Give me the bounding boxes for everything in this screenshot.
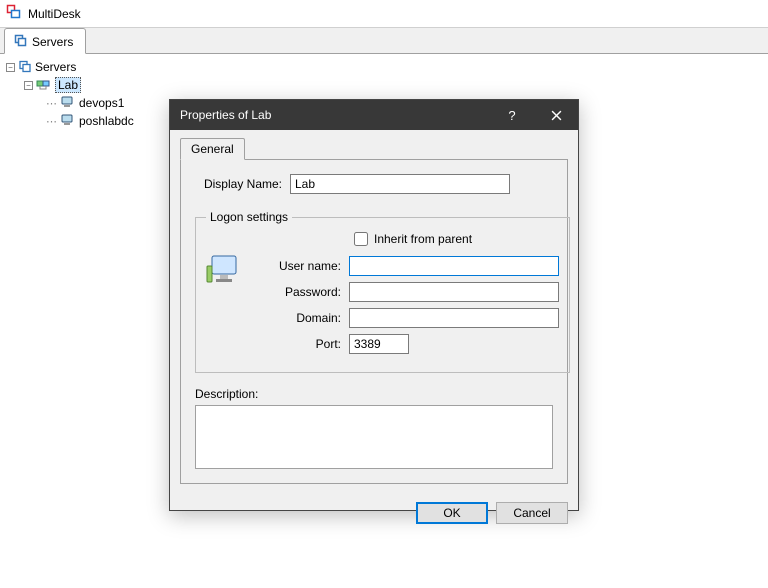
logon-legend: Logon settings bbox=[206, 210, 292, 224]
port-input[interactable] bbox=[349, 334, 409, 354]
computer-auth-icon bbox=[206, 232, 246, 360]
logon-settings-group: Logon settings Inherit from pa bbox=[195, 210, 570, 373]
description-label: Description: bbox=[195, 387, 553, 401]
inherit-label: Inherit from parent bbox=[374, 232, 472, 246]
tab-servers[interactable]: Servers bbox=[4, 28, 86, 54]
close-button[interactable] bbox=[534, 100, 578, 130]
server-tree[interactable]: − Servers − Lab ⋯ devops1 ⋯ poshlabd bbox=[0, 54, 180, 588]
tab-general-label: General bbox=[191, 142, 234, 156]
general-pane: Display Name: Logon settings bbox=[180, 159, 568, 484]
tree-group-label[interactable]: Lab bbox=[55, 77, 81, 93]
group-icon bbox=[36, 77, 52, 94]
tree-node-devops1[interactable]: devops1 bbox=[79, 96, 124, 110]
inherit-checkbox[interactable] bbox=[354, 232, 368, 246]
ok-button[interactable]: OK bbox=[416, 502, 488, 524]
app-icon bbox=[6, 4, 22, 23]
root-expander[interactable]: − bbox=[6, 63, 15, 72]
computer-icon bbox=[60, 95, 76, 112]
tree-branch-icon: ⋯ bbox=[46, 115, 57, 128]
tree-branch-icon: ⋯ bbox=[46, 97, 57, 110]
username-label: User name: bbox=[254, 259, 349, 273]
port-label: Port: bbox=[254, 337, 349, 351]
username-input[interactable] bbox=[349, 256, 559, 276]
computer-icon bbox=[60, 113, 76, 130]
password-input[interactable] bbox=[349, 282, 559, 302]
properties-dialog: Properties of Lab ? General Display Name… bbox=[169, 99, 579, 511]
app-title: MultiDesk bbox=[28, 7, 81, 21]
domain-label: Domain: bbox=[254, 311, 349, 325]
password-label: Password: bbox=[254, 285, 349, 299]
domain-input[interactable] bbox=[349, 308, 559, 328]
servers-folder-icon bbox=[18, 59, 32, 76]
dialog-title: Properties of Lab bbox=[180, 108, 271, 122]
display-name-input[interactable] bbox=[290, 174, 510, 194]
servers-icon bbox=[13, 33, 27, 50]
tree-root-label[interactable]: Servers bbox=[35, 60, 76, 74]
tree-expander-lab[interactable]: − bbox=[24, 81, 33, 90]
display-name-label: Display Name: bbox=[195, 177, 290, 191]
tree-node-poshlabdc[interactable]: poshlabdc bbox=[79, 114, 134, 128]
help-button[interactable]: ? bbox=[490, 100, 534, 130]
tab-servers-label: Servers bbox=[32, 35, 73, 49]
description-textarea[interactable] bbox=[195, 405, 553, 469]
main-tabstrip: Servers bbox=[0, 28, 768, 54]
cancel-button[interactable]: Cancel bbox=[496, 502, 568, 524]
app-titlebar: MultiDesk bbox=[0, 0, 768, 28]
dialog-titlebar[interactable]: Properties of Lab ? bbox=[170, 100, 578, 130]
tab-general[interactable]: General bbox=[180, 138, 245, 160]
